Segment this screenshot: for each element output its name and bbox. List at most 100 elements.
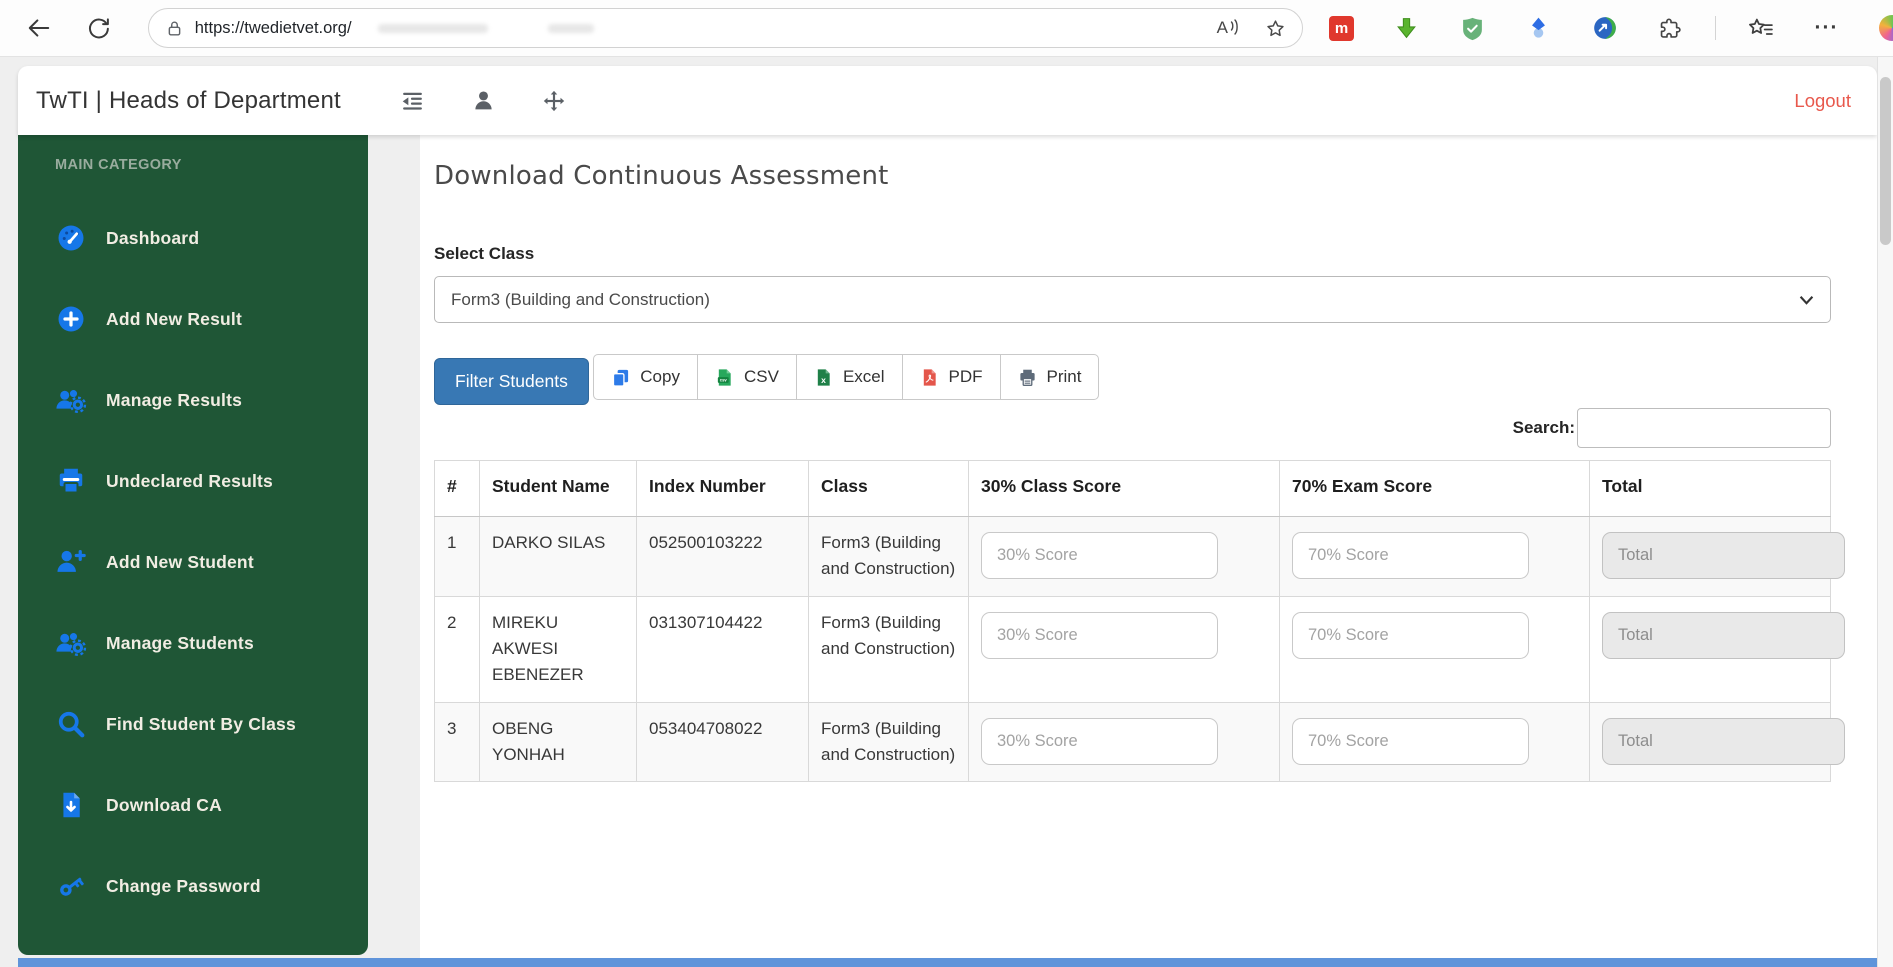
copy-button[interactable]: Copy: [593, 354, 698, 400]
blue-kite-extension-icon[interactable]: [1525, 15, 1552, 42]
browser-toolbar: https://twedietvet.org/ A m ···: [0, 0, 1893, 57]
logout-link[interactable]: Logout: [1794, 90, 1851, 112]
browser-reload-button[interactable]: [82, 11, 116, 45]
student-name-cell: OBENG YONHAH: [479, 701, 637, 783]
download-arrow-extension-icon[interactable]: [1393, 15, 1420, 42]
copilot-icon[interactable]: [1879, 15, 1893, 41]
filter-students-button[interactable]: Filter Students: [434, 357, 589, 405]
row-number-cell: 2: [434, 595, 480, 703]
adguard-shield-extension-icon[interactable]: [1459, 15, 1486, 42]
class-cell: Form3 (Building and Construction): [808, 701, 969, 783]
sidebar-item-download-ca[interactable]: Download CA: [55, 785, 368, 825]
search-input[interactable]: [1577, 407, 1831, 448]
total-input: [1602, 531, 1845, 579]
sidebar-item-add-new-student[interactable]: Add New Student: [55, 542, 368, 582]
favorite-star-icon[interactable]: [1265, 18, 1286, 39]
print-button[interactable]: Print: [999, 354, 1100, 400]
copy-label: Copy: [640, 367, 680, 386]
sidebar-item-label: Add New Result: [106, 308, 243, 329]
url-text: https://twedietvet.org/: [194, 18, 352, 37]
user-profile-icon[interactable]: [470, 87, 497, 114]
exam-score-input[interactable]: [1292, 717, 1529, 765]
sidebar-item-label: Add New Student: [106, 551, 254, 572]
row-number-cell: 3: [434, 701, 480, 783]
browser-back-button[interactable]: [22, 11, 56, 45]
col-header-student-name: Student Name: [479, 459, 637, 517]
sidebar-item-manage-students[interactable]: Manage Students: [55, 623, 368, 663]
mendeley-extension-icon[interactable]: m: [1329, 15, 1354, 41]
read-aloud-icon[interactable]: A: [1217, 18, 1239, 38]
favorites-hub-icon[interactable]: [1747, 15, 1774, 42]
col-header-total: Total: [1589, 459, 1831, 517]
sidebar-item-undeclared-results[interactable]: Undeclared Results: [55, 461, 368, 501]
move-arrows-icon[interactable]: [541, 87, 568, 114]
excel-button[interactable]: x Excel: [795, 354, 903, 400]
row-number-cell: 1: [434, 515, 480, 597]
table-row: 2 MIREKU AKWESI EBENEZER 031307104422 Fo…: [434, 595, 1845, 703]
chevron-down-icon: [1799, 295, 1814, 305]
key-icon: [55, 870, 87, 902]
sidebar-item-dashboard[interactable]: Dashboard: [55, 218, 368, 258]
class-select-value: Form3 (Building and Construction): [451, 289, 710, 309]
sidebar-item-label: Manage Results: [106, 389, 243, 410]
extensions-puzzle-icon[interactable]: [1657, 15, 1684, 42]
sidebar-item-find-student-by-class[interactable]: Find Student By Class: [55, 704, 368, 744]
user-plus-icon: [55, 546, 87, 578]
extensions-row: m ···: [1329, 15, 1893, 42]
settings-ellipsis-icon[interactable]: ···: [1813, 15, 1840, 42]
sidebar: MAIN CATEGORY Dashboard Add New Result M…: [18, 135, 368, 955]
redacted-url-text: [377, 23, 488, 33]
index-number-cell: 053404708022: [636, 701, 809, 783]
idm-extension-icon[interactable]: [1591, 15, 1618, 42]
file-download-icon: [55, 789, 87, 821]
sidebar-toggle-outdent-icon[interactable]: [399, 87, 426, 114]
sound-waves-icon: [1230, 19, 1238, 35]
select-class-label: Select Class: [434, 244, 535, 263]
svg-text:csv: csv: [720, 377, 728, 382]
class-cell: Form3 (Building and Construction): [808, 595, 969, 703]
col-header-class-score: 30% Class Score: [968, 459, 1280, 517]
reload-icon: [89, 17, 110, 38]
pdf-button[interactable]: PDF: [901, 354, 1001, 400]
pdf-label: PDF: [948, 367, 983, 386]
class-score-input[interactable]: [981, 611, 1218, 659]
sidebar-item-add-new-result[interactable]: Add New Result: [55, 299, 368, 339]
total-input: [1602, 717, 1845, 765]
bottom-edge-strip: [18, 958, 1877, 967]
exam-score-input[interactable]: [1292, 611, 1529, 659]
table-row: 3 OBENG YONHAH 053404708022 Form3 (Build…: [434, 701, 1845, 783]
print-icon: [1019, 369, 1035, 386]
sidebar-item-label: Download CA: [106, 794, 222, 815]
csv-button[interactable]: csv CSV: [696, 354, 797, 400]
sidebar-item-change-password[interactable]: Change Password: [55, 866, 368, 906]
csv-file-icon: csv: [717, 368, 731, 386]
page-title: Download Continuous Assessment: [434, 161, 889, 191]
read-aloud-letter: A: [1216, 18, 1228, 37]
col-header-class: Class: [808, 459, 969, 517]
gauge-icon: [55, 222, 87, 254]
col-header-num: #: [434, 459, 480, 517]
class-score-input[interactable]: [981, 531, 1218, 579]
toolbar-divider: [1715, 16, 1716, 40]
exam-score-input[interactable]: [1292, 531, 1529, 579]
plus-circle-icon: [55, 303, 87, 335]
sidebar-item-label: Change Password: [106, 875, 261, 896]
address-bar[interactable]: https://twedietvet.org/ A: [147, 8, 1303, 48]
users-gear-icon: [55, 627, 87, 659]
export-button-group: Copy csv CSV x Excel PDF Print: [593, 354, 1100, 400]
class-select[interactable]: Form3 (Building and Construction): [434, 276, 1831, 323]
sidebar-item-manage-results[interactable]: Manage Results: [55, 380, 368, 420]
class-cell: Form3 (Building and Construction): [808, 515, 969, 597]
printer-icon: [55, 465, 87, 497]
search-row: Search:: [434, 407, 1831, 448]
index-number-cell: 052500103222: [636, 515, 809, 597]
table-row: 1 DARKO SILAS 052500103222 Form3 (Buildi…: [434, 515, 1845, 597]
scrollbar-thumb[interactable]: [1880, 77, 1891, 245]
excel-file-icon: x: [817, 368, 830, 386]
sidebar-item-label: Undeclared Results: [106, 470, 273, 491]
vertical-scrollbar[interactable]: [1877, 57, 1893, 967]
total-input: [1602, 611, 1845, 659]
sidebar-item-label: Dashboard: [106, 227, 200, 248]
class-score-input[interactable]: [981, 717, 1218, 765]
redacted-url-text: [547, 23, 594, 33]
